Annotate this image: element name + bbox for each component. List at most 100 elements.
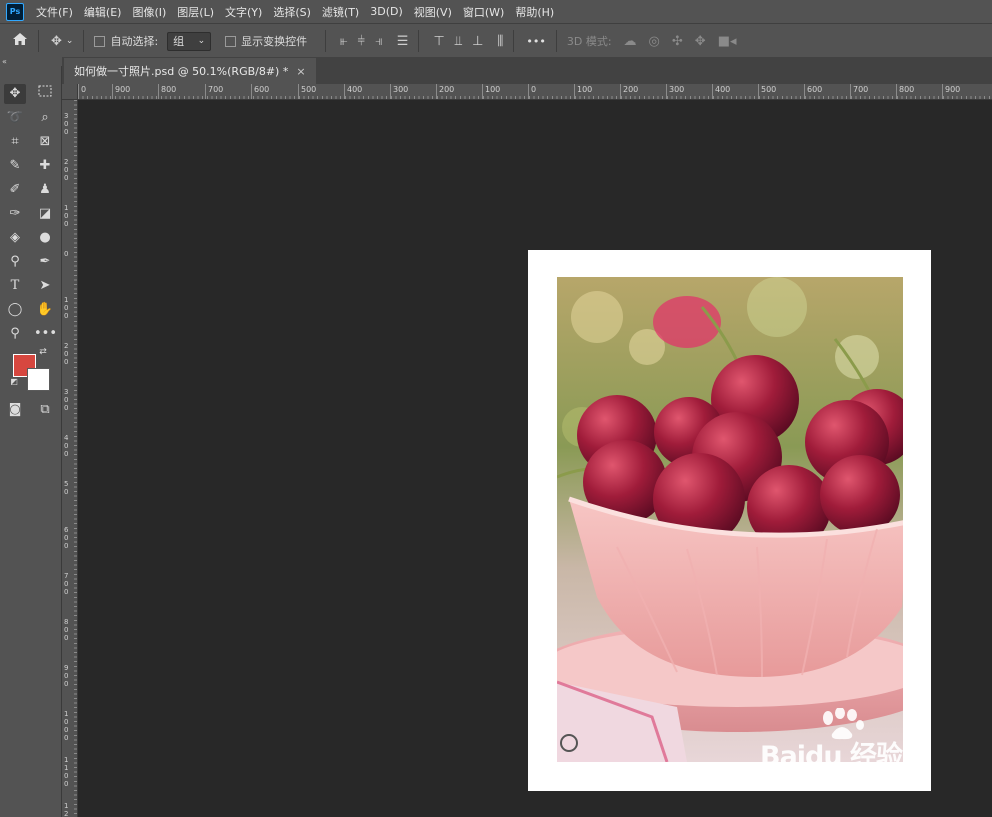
ruler-label: 300	[393, 85, 409, 94]
menu-3d[interactable]: 3D(D)	[370, 5, 403, 18]
ruler-label: 0	[81, 85, 87, 94]
collapse-arrows-icon[interactable]: «	[2, 57, 7, 66]
tools-panel: ✥ ➰ ⌕ ⌗ ⊠ ✎ ✚ ✐ ♟ ✑ ◪ ◈ ● ⚲ ✒ T ➤ ◯ ✋ ⚲ …	[0, 66, 62, 817]
ruler-label: 400	[715, 85, 731, 94]
menu-type[interactable]: 文字(Y)	[225, 4, 262, 20]
crop-tool-icon[interactable]: ⌗	[4, 132, 26, 152]
ruler-label: 2 0 0	[64, 342, 69, 366]
ellipse-tool-icon[interactable]: ◯	[4, 300, 26, 320]
align-top-icon[interactable]: ⊤	[433, 34, 444, 49]
background-color-swatch[interactable]	[27, 368, 50, 391]
menu-edit[interactable]: 编辑(E)	[84, 4, 122, 20]
eyedropper-tool-icon[interactable]: ✎	[4, 156, 26, 176]
scale-3d-icon[interactable]: ■◂	[718, 34, 737, 49]
more-options-button[interactable]: •••	[526, 35, 545, 48]
ruler-label: 700	[208, 85, 224, 94]
menu-view[interactable]: 视图(V)	[414, 4, 452, 20]
ruler-label: 400	[347, 85, 363, 94]
separator	[83, 30, 85, 52]
chevron-down-icon[interactable]: ⌄	[66, 36, 74, 46]
dodge-tool-icon[interactable]: ⚲	[4, 252, 26, 272]
ruler-label: 600	[254, 85, 270, 94]
ruler-origin[interactable]	[62, 84, 78, 100]
type-tool-icon[interactable]: T	[4, 276, 26, 296]
auto-select-target-dropdown[interactable]: 组 ⌄	[167, 31, 212, 51]
auto-select-label: 自动选择:	[110, 35, 159, 48]
ruler-label: 2 0 0	[64, 158, 69, 182]
chevron-down-icon: ⌄	[197, 36, 206, 46]
orbit-3d-icon[interactable]: ☁	[624, 34, 637, 49]
menu-window[interactable]: 窗口(W)	[463, 4, 504, 20]
vertical-ruler[interactable]: 3 0 0 2 0 0 1 0 0 0 1 0 0 2 0 0 3 0 0 4 …	[62, 100, 78, 817]
slide-3d-icon[interactable]: ✥	[695, 34, 706, 49]
checkbox-box[interactable]	[94, 35, 106, 47]
ruler-label: 4 0 0	[64, 434, 69, 458]
menu-file[interactable]: 文件(F)	[36, 4, 73, 20]
menu-layer[interactable]: 图层(L)	[177, 4, 214, 20]
3d-mode-label: 3D 模式:	[566, 35, 612, 48]
show-transform-label: 显示变换控件	[241, 35, 308, 48]
auto-select-checkbox[interactable]: 自动选择:	[94, 33, 158, 49]
separator	[555, 30, 557, 52]
lasso-tool-icon[interactable]: ➰	[4, 108, 26, 128]
edit-toolbar-icon[interactable]: •••	[34, 324, 57, 344]
distribute-vertical-icon[interactable]: ⫼	[497, 34, 503, 49]
history-brush-tool-icon[interactable]: ✑	[4, 204, 26, 224]
healing-brush-tool-icon[interactable]: ✚	[34, 156, 56, 176]
show-transform-checkbox[interactable]: 显示变换控件	[225, 33, 307, 49]
zoom-tool-icon[interactable]: ⚲	[4, 324, 26, 344]
ruler-label: 900	[945, 85, 961, 94]
pen-tool-icon[interactable]: ✒	[34, 252, 56, 272]
move-tool-preset-icon[interactable]: ✥	[51, 34, 62, 49]
move-tool-icon[interactable]: ✥	[4, 84, 26, 104]
align-horizontal-center-icon[interactable]: ⫩	[358, 34, 365, 49]
align-vertical-center-icon[interactable]: ⫫	[455, 34, 462, 49]
marquee-tool-icon[interactable]	[34, 84, 56, 104]
ruler-label: 200	[623, 85, 639, 94]
clone-stamp-tool-icon[interactable]: ♟	[34, 180, 56, 200]
document-tab-title: 如何做一寸照片.psd @ 50.1%(RGB/8#) *	[74, 65, 289, 78]
menu-select[interactable]: 选择(S)	[273, 4, 311, 20]
menu-filter[interactable]: 滤镜(T)	[322, 4, 359, 20]
brush-tool-icon[interactable]: ✐	[4, 180, 26, 200]
align-bottom-icon[interactable]: ⊥	[472, 34, 483, 49]
ruler-label: 800	[899, 85, 915, 94]
frame-tool-icon[interactable]: ⊠	[34, 132, 56, 152]
menu-image[interactable]: 图像(I)	[132, 4, 166, 20]
quick-mask-icon[interactable]: ◙	[4, 400, 26, 420]
document-tab-bar: 如何做一寸照片.psd @ 50.1%(RGB/8#) * ×	[62, 57, 992, 84]
menu-help[interactable]: 帮助(H)	[515, 4, 554, 20]
toolbar-collapse-strip[interactable]: «	[0, 57, 62, 66]
quick-selection-tool-icon[interactable]: ⌕	[34, 108, 56, 128]
default-colors-icon[interactable]: ◩	[9, 377, 19, 387]
ruler-label: 1 2	[64, 802, 69, 817]
align-left-icon[interactable]: ⫦	[340, 34, 347, 49]
ruler-label: 200	[439, 85, 455, 94]
ruler-label: 9 0 0	[64, 664, 69, 688]
watermark-url: jingyan.baidu.com	[762, 770, 901, 788]
screen-mode-icon[interactable]: ⧉	[34, 400, 56, 420]
ruler-label: 800	[161, 85, 177, 94]
ruler-label: 600	[807, 85, 823, 94]
eraser-tool-icon[interactable]: ◪	[34, 204, 56, 224]
drag-3d-icon[interactable]: ✣	[672, 34, 683, 49]
horizontal-ruler[interactable]: 0 900 800 700 600 500 400 300 200 100 0 …	[78, 84, 992, 100]
options-bar: ✥ ⌄ 自动选择: 组 ⌄ 显示变换控件 ⫦ ⫩ ⫣ ☰ ⊤ ⫫ ⊥ ⫼ •••…	[0, 23, 992, 58]
checkbox-box[interactable]	[225, 35, 237, 47]
separator	[513, 30, 515, 52]
home-icon[interactable]	[12, 32, 28, 50]
ruler-label: 500	[761, 85, 777, 94]
photoshop-logo: Ps	[6, 2, 24, 21]
path-selection-tool-icon[interactable]: ➤	[34, 276, 56, 296]
paint-bucket-tool-icon[interactable]: ◈	[4, 228, 26, 248]
watermark-brand: Baidu 经验	[760, 741, 903, 772]
document-tab[interactable]: 如何做一寸照片.psd @ 50.1%(RGB/8#) * ×	[64, 58, 316, 84]
roll-3d-icon[interactable]: ◎	[649, 34, 660, 49]
cherry-photo[interactable]	[557, 277, 903, 762]
swap-colors-icon[interactable]: ⇄	[37, 346, 49, 358]
align-right-icon[interactable]: ⫣	[375, 34, 383, 49]
blur-tool-icon[interactable]: ●	[34, 228, 56, 248]
hand-tool-icon[interactable]: ✋	[34, 300, 56, 320]
distribute-horizontal-icon[interactable]: ☰	[397, 34, 409, 49]
close-tab-icon[interactable]: ×	[296, 65, 305, 78]
